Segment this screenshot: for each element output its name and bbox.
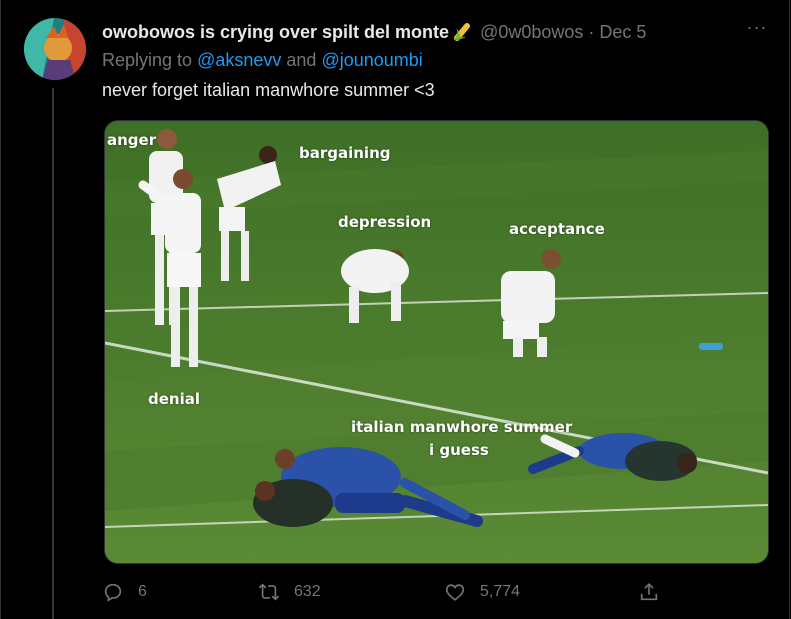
reply-icon [104, 583, 122, 602]
label-depression: depression [338, 213, 432, 231]
reply-button[interactable]: 6 [102, 580, 147, 604]
label-denial: denial [148, 390, 200, 408]
tweet-actions-bar: 6 632 5,774 [102, 580, 662, 604]
avatar[interactable] [24, 18, 86, 80]
like-count: 5,774 [480, 583, 521, 600]
water-bottle [699, 343, 723, 350]
tweet-media-image[interactable]: anger bargaining depression acceptance d… [104, 120, 769, 564]
replying-to-label: Replying to [102, 50, 193, 70]
column-border-left [0, 0, 1, 619]
label-acceptance: acceptance [509, 220, 605, 238]
separator-dot: · [588, 21, 595, 42]
tweet-date[interactable]: Dec 5 [599, 22, 646, 43]
thread-connector-line [52, 88, 54, 619]
more-options-icon[interactable]: ··· [744, 18, 770, 40]
share-icon [640, 583, 658, 601]
column-border-right [789, 0, 790, 619]
tweet-text: never forget italian manwhore summer <3 [102, 80, 435, 100]
retweet-count: 632 [294, 583, 321, 600]
label-italian-summer: italian manwhore summer [351, 418, 573, 436]
label-i-guess: i guess [429, 441, 489, 459]
share-button[interactable] [638, 580, 674, 604]
label-bargaining: bargaining [299, 144, 391, 162]
like-button[interactable]: 5,774 [444, 580, 520, 604]
corn-icon [452, 22, 472, 42]
mention-link-jounoumbi[interactable]: @jounoumbi [321, 50, 422, 70]
replying-conjunction: and [286, 50, 317, 70]
reply-count: 6 [138, 583, 147, 600]
football-pitch-photo [105, 121, 768, 563]
retweet-button[interactable]: 632 [258, 580, 321, 604]
display-name[interactable]: owobowos is crying over spilt del monte [102, 22, 449, 43]
retweet-icon [258, 583, 280, 601]
mention-link-aksnevv[interactable]: @aksnevv [197, 50, 281, 70]
heart-icon [445, 584, 465, 601]
user-handle[interactable]: @0w0bowos [480, 22, 583, 43]
replying-to-line: Replying to @aksnevv and @jounoumbi [102, 50, 423, 71]
label-anger: anger [107, 131, 157, 149]
tweet-header: owobowos is crying over spilt del monte … [102, 20, 646, 44]
